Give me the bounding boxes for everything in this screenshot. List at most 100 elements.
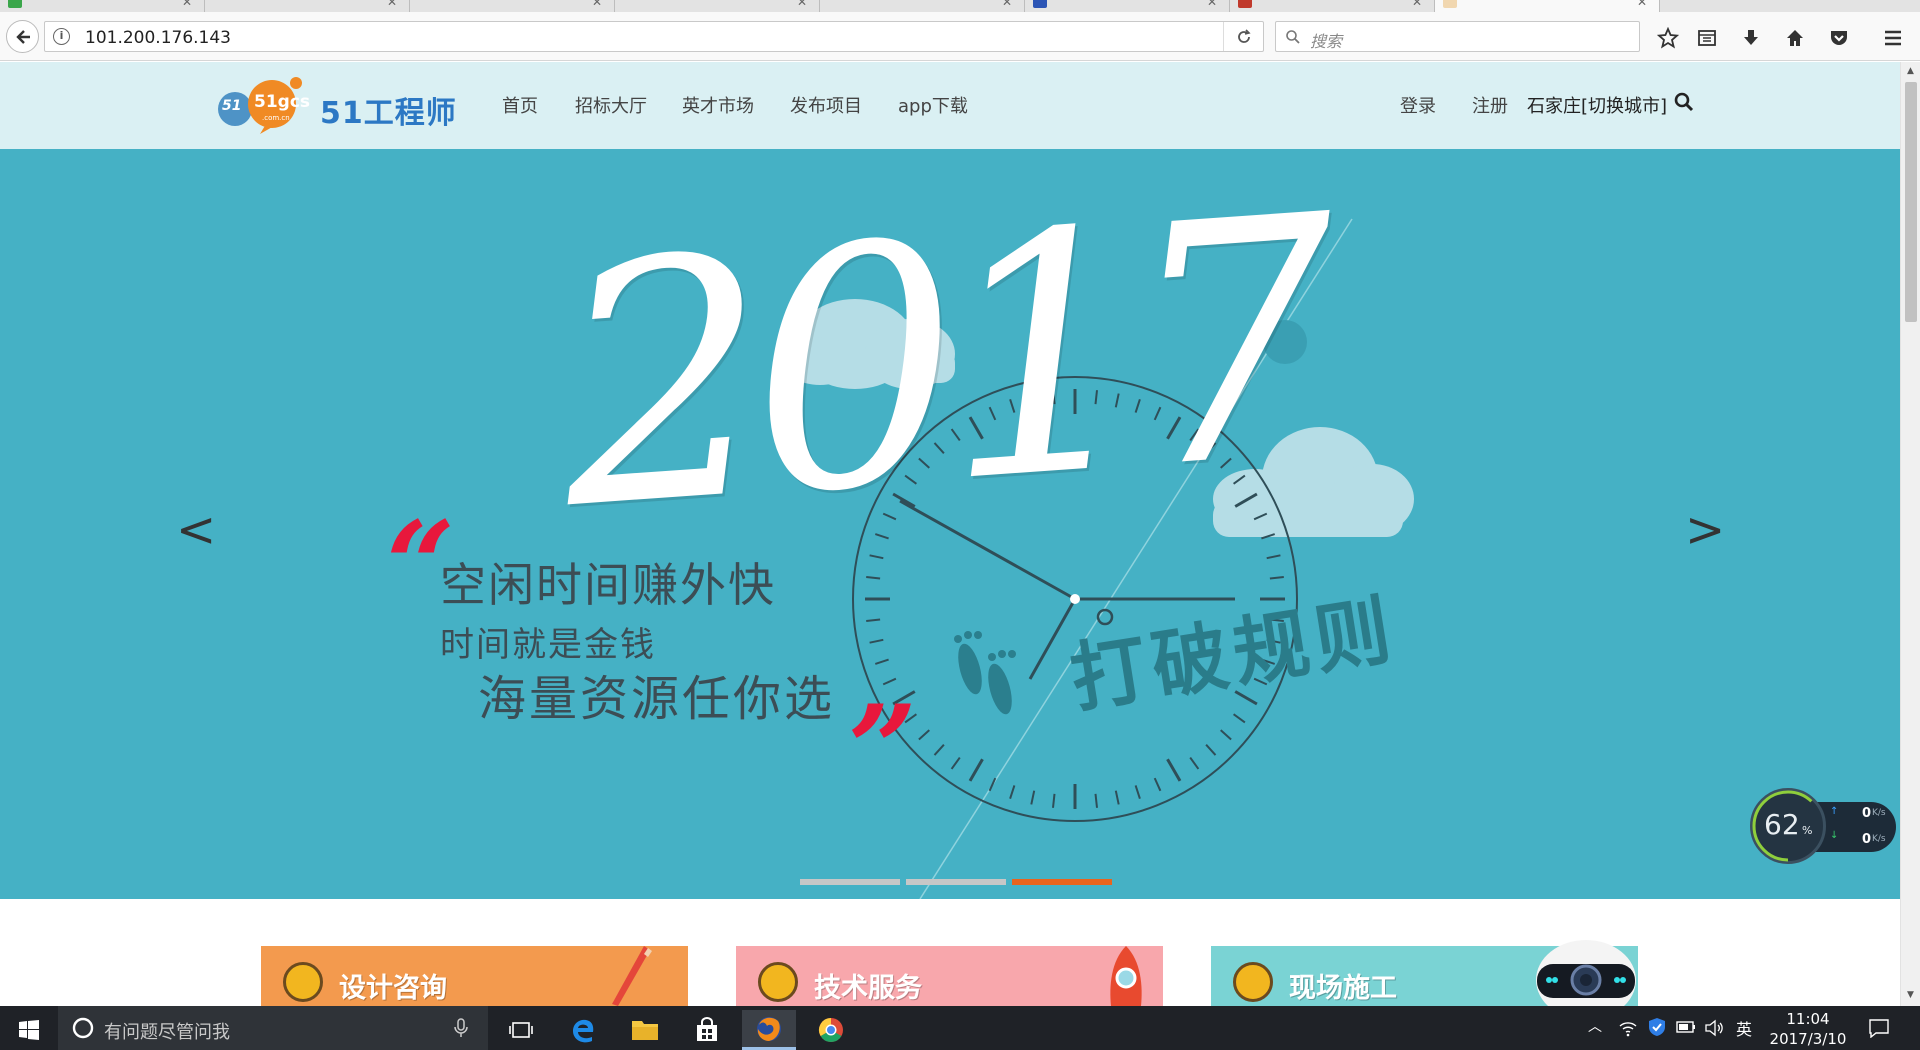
battery-icon[interactable] (1676, 1020, 1696, 1034)
browser-tab[interactable]: ✕ (1025, 0, 1230, 12)
upload-unit: K/s (1872, 808, 1886, 818)
site-header: 51 51gcs .com.cn 51工程师 首页 招标大厅 英才市场 发布项目… (0, 62, 1900, 149)
microphone-icon[interactable] (454, 1018, 468, 1038)
tab-strip: ✕ ✕ ✕ ✕ ✕ ✕ ✕ ✕ (0, 0, 1920, 12)
browser-tab[interactable]: ✕ (615, 0, 820, 12)
volume-icon[interactable] (1704, 1019, 1724, 1037)
search-bar[interactable]: 搜索 (1275, 21, 1640, 52)
windows-taskbar: 有问题尽管问我 ︿ 英 11:04 2017/3/10 (0, 1006, 1920, 1050)
clock-tick (933, 744, 945, 756)
upload-speed: 0 (1862, 806, 1872, 821)
browser-tab[interactable]: ✕ (410, 0, 615, 12)
wifi-icon[interactable] (1618, 1019, 1638, 1037)
widget-percent: 62 (1764, 808, 1800, 841)
city-switch-link[interactable]: 石家庄[切换城市] (1527, 92, 1667, 118)
store-app[interactable] (680, 1010, 734, 1050)
task-view-icon (509, 1022, 533, 1038)
site-info-icon[interactable]: i (53, 28, 70, 45)
carousel-prev-button[interactable]: < (176, 502, 216, 558)
scrollbar-thumb[interactable] (1905, 82, 1917, 322)
browser-tab[interactable]: ✕ (0, 0, 205, 12)
footprint-icon (954, 631, 1016, 715)
login-link[interactable]: 登录 (1400, 92, 1436, 118)
robot-camera-icon (1536, 940, 1636, 1006)
bookmark-star-icon[interactable] (1655, 26, 1681, 50)
close-icon[interactable]: ✕ (592, 0, 602, 10)
site-search-icon[interactable] (1674, 92, 1694, 112)
clock-tick (950, 757, 961, 770)
lion-mascot-icon (283, 962, 323, 1002)
carousel-dot-1[interactable] (800, 879, 900, 885)
nav-bidding-hall[interactable]: 招标大厅 (575, 92, 647, 118)
clock-tick (918, 729, 930, 741)
carousel-next-button[interactable]: > (1685, 502, 1725, 558)
chrome-app[interactable] (804, 1010, 858, 1050)
download-speed: 0 (1862, 832, 1872, 847)
carousel-dot-3-active[interactable] (1012, 879, 1112, 885)
reading-list-icon[interactable] (1694, 26, 1720, 50)
register-link[interactable]: 注册 (1472, 92, 1508, 118)
clock-tick (1205, 744, 1217, 756)
network-speed-widget[interactable]: 62 % ↑ ↓ 0 K/s 0 K/s (1750, 788, 1898, 864)
edge-icon (573, 1019, 594, 1043)
reload-icon (1237, 28, 1251, 43)
cortana-icon (72, 1017, 94, 1039)
clock-tick (1266, 554, 1281, 560)
scroll-up-icon[interactable]: ▲ (1907, 66, 1914, 76)
close-icon[interactable]: ✕ (1637, 0, 1647, 10)
card-title: 技术服务 (814, 973, 922, 1004)
cortana-search-box[interactable]: 有问题尽管问我 (58, 1006, 488, 1050)
nav-app-download[interactable]: app下载 (898, 92, 968, 118)
logo-badge: 51gcs (254, 92, 311, 112)
close-icon[interactable]: ✕ (797, 0, 807, 10)
card-design-consulting[interactable]: 设计咨询 (261, 946, 688, 1006)
site-logo[interactable]: 51 51gcs .com.cn 51工程师 (216, 74, 466, 136)
close-icon[interactable]: ✕ (1412, 0, 1422, 10)
edge-app[interactable] (556, 1010, 610, 1050)
clock-time: 11:04 (1786, 1010, 1830, 1028)
tab-favicon-icon (1238, 0, 1252, 8)
lion-mascot-icon (758, 962, 798, 1002)
browser-tab-active[interactable]: ✕ (1435, 0, 1660, 12)
back-button[interactable] (6, 20, 39, 53)
browser-tab[interactable]: ✕ (205, 0, 410, 12)
close-icon[interactable]: ✕ (387, 0, 397, 10)
close-icon[interactable]: ✕ (1207, 0, 1217, 10)
scroll-down-icon[interactable]: ▼ (1907, 990, 1914, 1000)
firefox-app-active[interactable] (742, 1010, 796, 1050)
carousel-dot-2[interactable] (906, 879, 1006, 885)
url-bar[interactable]: i 101.200.176.143 (44, 21, 1264, 52)
browser-tab[interactable]: ✕ (1230, 0, 1435, 12)
url-text[interactable]: 101.200.176.143 (85, 28, 231, 48)
pencil-icon (612, 946, 652, 1006)
close-icon[interactable]: ✕ (1002, 0, 1012, 10)
clock-date: 2017/3/10 (1769, 1030, 1847, 1048)
page-scrollbar[interactable]: ▲ ▼ (1900, 62, 1920, 1006)
close-icon[interactable]: ✕ (182, 0, 192, 10)
shield-icon[interactable] (1648, 1017, 1666, 1037)
browser-tab[interactable]: ✕ (820, 0, 1025, 12)
reload-button[interactable] (1223, 22, 1263, 51)
ime-indicator[interactable]: 英 (1736, 1016, 1752, 1040)
file-explorer-app[interactable] (618, 1010, 672, 1050)
menu-icon[interactable] (1880, 26, 1906, 50)
logo-domain: .com.cn (262, 114, 290, 122)
rocket-icon (1110, 946, 1142, 1006)
download-icon[interactable] (1738, 26, 1764, 50)
clock-tick (1114, 790, 1120, 805)
nav-post-project[interactable]: 发布项目 (790, 92, 862, 118)
clock-tick (874, 658, 889, 665)
clock-tick (968, 758, 984, 782)
nav-home[interactable]: 首页 (502, 92, 538, 118)
action-center-icon[interactable] (1868, 1018, 1890, 1038)
taskbar-clock[interactable]: 11:04 2017/3/10 (1758, 1009, 1858, 1049)
hero-line3: 海量资源任你选 (478, 671, 836, 727)
tray-chevron-icon[interactable]: ︿ (1588, 1016, 1602, 1036)
upload-arrow-icon: ↑ (1830, 806, 1839, 817)
pocket-icon[interactable] (1826, 26, 1852, 50)
start-button[interactable] (2, 1010, 56, 1050)
nav-talent-market[interactable]: 英才市场 (682, 92, 754, 118)
task-view-button[interactable] (494, 1010, 548, 1050)
card-tech-service[interactable]: 技术服务 (736, 946, 1163, 1006)
home-icon[interactable] (1782, 26, 1808, 50)
